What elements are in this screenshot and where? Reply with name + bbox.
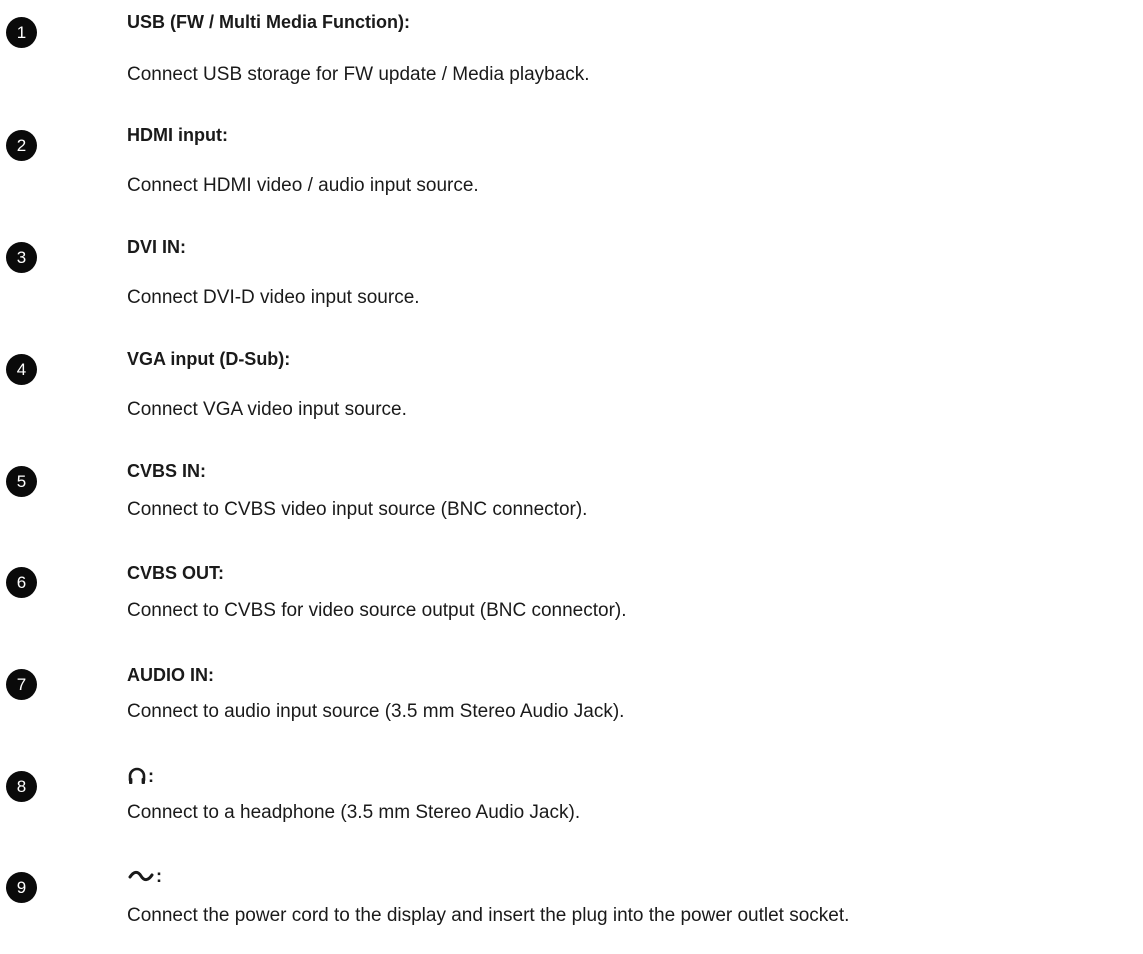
item-number-badge: 3 (6, 242, 37, 273)
item-title: : (148, 766, 154, 786)
item-title: AUDIO IN: (127, 665, 214, 685)
item-description: Connect HDMI video / audio input source. (127, 175, 479, 196)
item-number-badge: 5 (6, 466, 37, 497)
item-title: HDMI input: (127, 125, 228, 145)
item-title: CVBS IN: (127, 461, 207, 481)
item-number-badge: 1 (6, 17, 37, 48)
headphone-icon (127, 766, 147, 786)
item-description: Connect VGA video input source. (127, 399, 407, 420)
item-title: USB (FW / Multi Media Function): (127, 12, 410, 32)
item-number-badge: 2 (6, 130, 37, 161)
item-description: Connect USB storage for FW update / Medi… (127, 64, 590, 85)
item-number-badge: 8 (6, 771, 37, 802)
item-description: Connect to CVBS video input source (BNC … (127, 499, 588, 520)
item-number-badge: 7 (6, 669, 37, 700)
item-title: CVBS OUT: (127, 563, 225, 583)
item-description: Connect to CVBS for video source output … (127, 600, 627, 621)
item-title-row: : (127, 765, 154, 787)
item-number-badge: 9 (6, 872, 37, 903)
item-title: DVI IN: (127, 237, 187, 257)
item-title: : (156, 866, 162, 886)
ac-power-icon (127, 866, 155, 886)
item-number-badge: 4 (6, 354, 37, 385)
item-title: VGA input (D-Sub): (127, 349, 291, 369)
item-description: Connect DVI-D video input source. (127, 287, 420, 308)
item-number-badge: 6 (6, 567, 37, 598)
item-title-row: : (127, 865, 162, 887)
item-description: Connect to a headphone (3.5 mm Stereo Au… (127, 802, 581, 823)
item-description: Connect the power cord to the display an… (127, 905, 850, 926)
item-description: Connect to audio input source (3.5 mm St… (127, 701, 625, 722)
